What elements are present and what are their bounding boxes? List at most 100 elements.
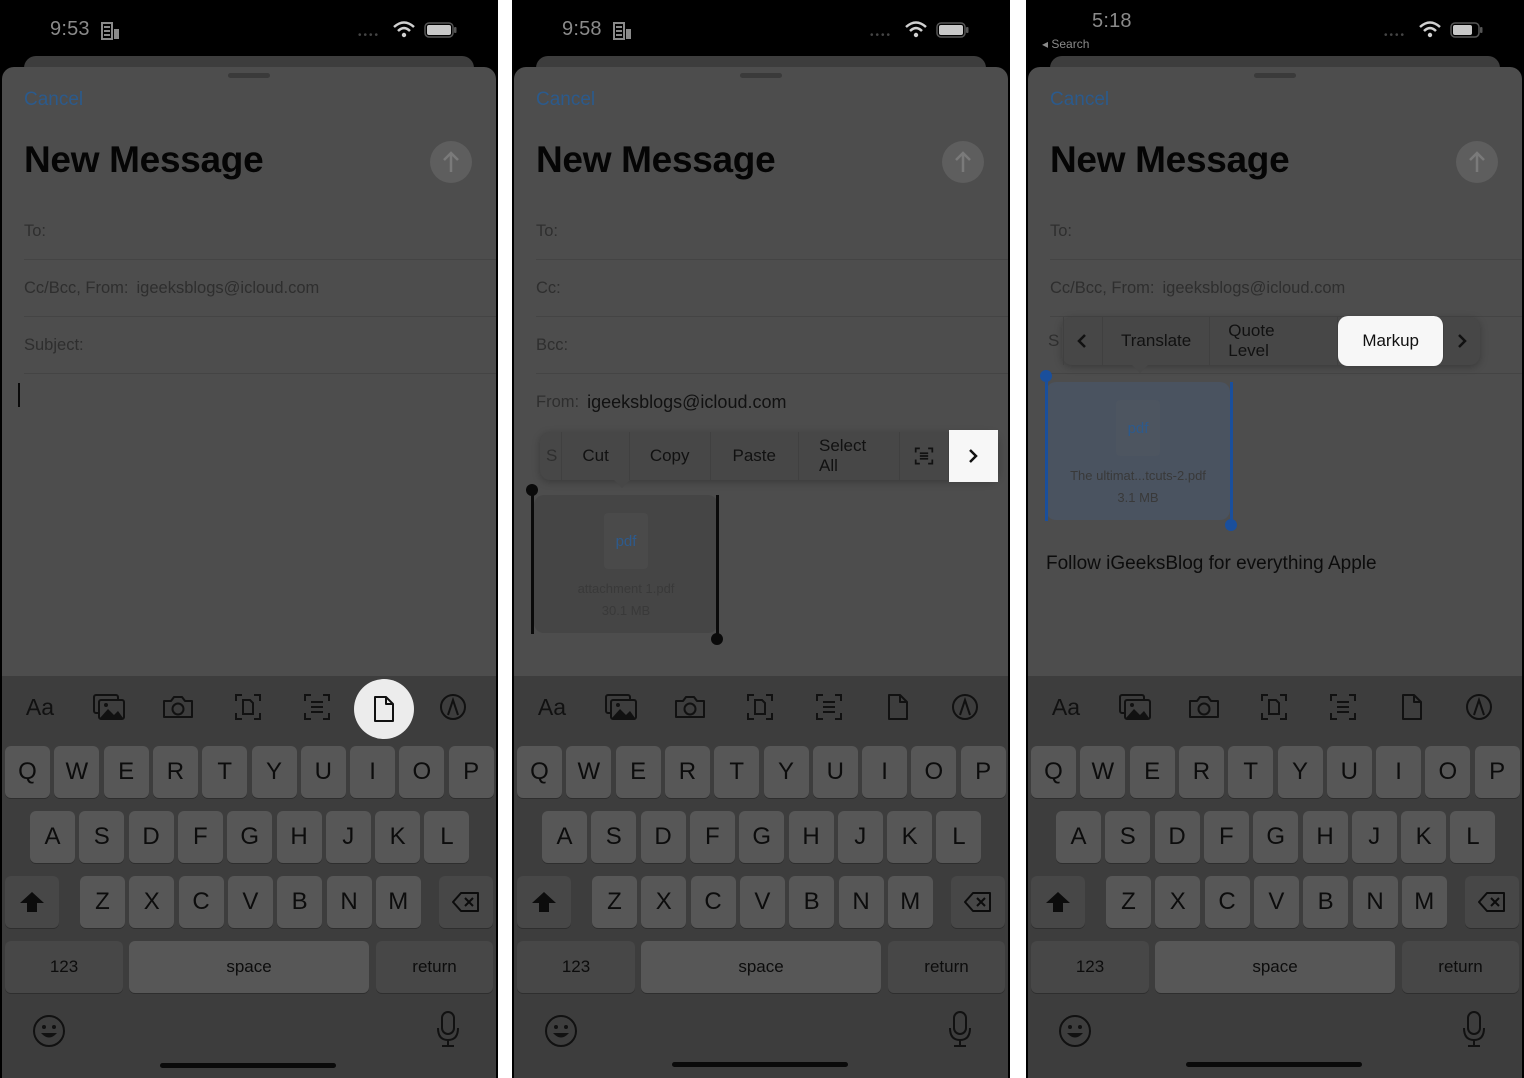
key-q[interactable]: Q bbox=[1031, 746, 1076, 798]
to-field[interactable]: To: bbox=[1050, 203, 1522, 260]
key-b[interactable]: B bbox=[789, 876, 835, 928]
context-menu-quote-level[interactable]: Quote Level bbox=[1210, 317, 1339, 365]
key-s[interactable]: S bbox=[1105, 811, 1151, 863]
key-q[interactable]: Q bbox=[5, 746, 50, 798]
camera-button[interactable] bbox=[672, 689, 708, 725]
key-t[interactable]: T bbox=[202, 746, 248, 798]
key-n[interactable]: N bbox=[326, 876, 372, 928]
key-n[interactable]: N bbox=[1352, 876, 1398, 928]
emoji-button[interactable] bbox=[32, 1014, 66, 1053]
key-g[interactable]: G bbox=[227, 811, 273, 863]
key-w[interactable]: W bbox=[54, 746, 100, 798]
context-menu-markup[interactable]: Markup bbox=[1338, 316, 1444, 366]
scan-document-button[interactable] bbox=[1256, 689, 1292, 725]
cc-bcc-from-field[interactable]: Cc/Bcc, From: igeeksblogs@icloud.com bbox=[24, 260, 496, 317]
send-button[interactable] bbox=[430, 141, 472, 183]
key-f[interactable]: F bbox=[1203, 811, 1249, 863]
key-m[interactable]: M bbox=[375, 876, 421, 928]
key-y[interactable]: Y bbox=[1277, 746, 1323, 798]
key-y[interactable]: Y bbox=[763, 746, 809, 798]
shift-key[interactable] bbox=[517, 876, 571, 928]
key-c[interactable]: C bbox=[178, 876, 224, 928]
selection-start-handle[interactable] bbox=[1040, 370, 1052, 382]
numbers-key[interactable]: 123 bbox=[5, 941, 123, 993]
attachment-card[interactable]: pdf attachment 1.pdf 30.1 MB bbox=[534, 495, 718, 633]
key-t[interactable]: T bbox=[714, 746, 760, 798]
context-menu-scan-text[interactable] bbox=[900, 432, 949, 480]
return-key[interactable]: return bbox=[888, 941, 1005, 993]
context-menu-translate[interactable]: Translate bbox=[1103, 317, 1211, 365]
sheet-grabber[interactable] bbox=[228, 73, 270, 78]
back-to-search-link[interactable]: ◂ Search bbox=[1042, 37, 1089, 51]
sheet-grabber[interactable] bbox=[740, 73, 782, 78]
subject-field[interactable]: Subject: bbox=[24, 317, 496, 374]
key-l[interactable]: L bbox=[424, 811, 470, 863]
camera-button[interactable] bbox=[1186, 689, 1222, 725]
attach-file-button[interactable] bbox=[880, 689, 916, 725]
markup-button[interactable] bbox=[1461, 689, 1497, 725]
cancel-button[interactable]: Cancel bbox=[536, 89, 595, 111]
format-text-button[interactable]: Aa bbox=[534, 689, 570, 725]
key-q[interactable]: Q bbox=[517, 746, 562, 798]
delete-key[interactable] bbox=[951, 876, 1005, 928]
dictation-button[interactable] bbox=[1462, 1010, 1486, 1053]
send-button[interactable] bbox=[1456, 141, 1498, 183]
key-h[interactable]: H bbox=[788, 811, 834, 863]
key-k[interactable]: K bbox=[375, 811, 421, 863]
from-field[interactable]: From: igeeksblogs@icloud.com bbox=[536, 374, 1008, 431]
attach-file-button[interactable] bbox=[1394, 689, 1430, 725]
key-j[interactable]: J bbox=[1351, 811, 1397, 863]
key-o[interactable]: O bbox=[1425, 746, 1471, 798]
context-menu-copy[interactable]: Copy bbox=[630, 432, 711, 480]
key-k[interactable]: K bbox=[887, 811, 933, 863]
key-r[interactable]: R bbox=[664, 746, 710, 798]
key-g[interactable]: G bbox=[1253, 811, 1299, 863]
key-w[interactable]: W bbox=[1080, 746, 1126, 798]
key-x[interactable]: X bbox=[641, 876, 687, 928]
shift-key[interactable] bbox=[5, 876, 59, 928]
attachment-card[interactable]: pdf The ultimat...tcuts-2.pdf 3.1 MB bbox=[1046, 382, 1230, 520]
key-l[interactable]: L bbox=[936, 811, 982, 863]
key-j[interactable]: J bbox=[837, 811, 883, 863]
photo-library-button[interactable] bbox=[1117, 689, 1153, 725]
key-v[interactable]: V bbox=[227, 876, 273, 928]
return-key[interactable]: return bbox=[1402, 941, 1519, 993]
key-u[interactable]: U bbox=[812, 746, 858, 798]
context-menu-cut[interactable]: Cut bbox=[562, 432, 630, 480]
scan-text-button[interactable] bbox=[299, 689, 335, 725]
key-m[interactable]: M bbox=[1401, 876, 1447, 928]
key-r[interactable]: R bbox=[152, 746, 198, 798]
context-menu-paste[interactable]: Paste bbox=[711, 432, 799, 480]
key-p[interactable]: P bbox=[448, 746, 494, 798]
to-field[interactable]: To: bbox=[536, 203, 1008, 260]
key-c[interactable]: C bbox=[1204, 876, 1250, 928]
key-e[interactable]: E bbox=[1129, 746, 1175, 798]
numbers-key[interactable]: 123 bbox=[1031, 941, 1149, 993]
space-key[interactable]: space bbox=[641, 941, 881, 993]
key-v[interactable]: V bbox=[739, 876, 785, 928]
format-text-button[interactable]: Aa bbox=[22, 689, 58, 725]
key-d[interactable]: D bbox=[640, 811, 686, 863]
key-o[interactable]: O bbox=[399, 746, 445, 798]
key-s[interactable]: S bbox=[79, 811, 125, 863]
key-z[interactable]: Z bbox=[592, 876, 637, 928]
key-u[interactable]: U bbox=[1326, 746, 1372, 798]
key-f[interactable]: F bbox=[177, 811, 223, 863]
scan-text-button[interactable] bbox=[1325, 689, 1361, 725]
key-i[interactable]: I bbox=[350, 746, 396, 798]
context-menu-select-all[interactable]: Select All bbox=[799, 432, 900, 480]
format-text-button[interactable]: Aa bbox=[1048, 689, 1084, 725]
key-u[interactable]: U bbox=[300, 746, 346, 798]
key-k[interactable]: K bbox=[1401, 811, 1447, 863]
message-body-text[interactable]: Follow iGeeksBlog for everything Apple bbox=[1046, 553, 1377, 575]
shift-key[interactable] bbox=[1031, 876, 1085, 928]
key-x[interactable]: X bbox=[1155, 876, 1201, 928]
key-z[interactable]: Z bbox=[80, 876, 125, 928]
space-key[interactable]: space bbox=[1155, 941, 1395, 993]
attach-file-button[interactable] bbox=[354, 679, 414, 739]
return-key[interactable]: return bbox=[376, 941, 493, 993]
emoji-button[interactable] bbox=[544, 1014, 578, 1053]
delete-key[interactable] bbox=[1465, 876, 1519, 928]
scan-document-button[interactable] bbox=[230, 689, 266, 725]
key-h[interactable]: H bbox=[1302, 811, 1348, 863]
